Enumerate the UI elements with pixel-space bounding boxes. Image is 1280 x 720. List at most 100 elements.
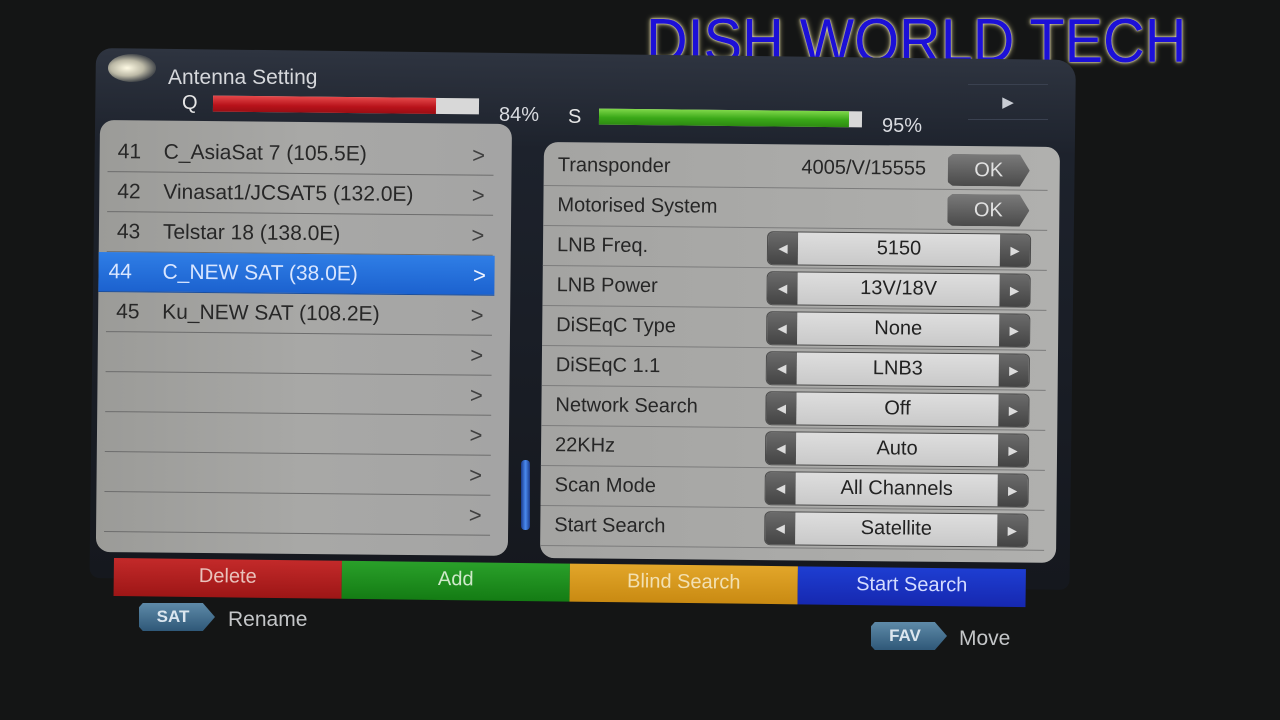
lnb-power-row[interactable]: LNB Power ◀ 13V/18V ▶ [542,265,1047,311]
lnb-freq-value: 5150 [797,232,1001,267]
arrow-left-icon[interactable]: ◀ [765,472,796,505]
satellite-list-item[interactable]: 45 Ku_NEW SAT (108.2E) > [105,292,493,336]
chevron-right-icon: > [469,462,483,488]
network-search-row[interactable]: Network Search ◀ Off ▶ [541,385,1046,431]
lnb-freq-row[interactable]: LNB Freq. ◀ 5150 ▶ [542,225,1048,271]
satellite-list-item[interactable]: > [105,332,492,376]
satellite-name: C_AsiaSat 7 (105.5E) [163,140,367,166]
scan-mode-selector[interactable]: ◀ All Channels ▶ [764,471,1029,508]
satellite-name: Vinasat1/JCSAT5 (132.0E) [163,180,414,206]
delete-button[interactable]: Delete [113,558,342,599]
chevron-right-icon: > [472,262,487,288]
blind-search-button[interactable]: Blind Search [569,563,798,605]
list-scrollbar[interactable] [521,460,530,530]
22khz-selector[interactable]: ◀ Auto ▶ [764,431,1030,468]
network-search-label: Network Search [555,394,698,418]
transponder-ok-button[interactable]: OK [948,154,1030,187]
diseqc-1-1-label: DiSEqC 1.1 [555,354,661,378]
diseqc-type-label: DiSEqC Type [556,314,677,338]
arrow-right-icon[interactable]: ▶ [997,514,1028,547]
strength-bar [598,108,863,128]
satellite-list-item[interactable]: > [104,452,491,496]
motorised-ok-button[interactable]: OK [947,194,1029,227]
diseqc-type-value: None [797,312,1000,347]
start-search-value: Satellite [795,512,998,547]
start-search-selector[interactable]: ◀ Satellite ▶ [764,511,1029,548]
next-page-button[interactable]: ▶ [968,84,1048,120]
satellite-list-item[interactable]: > [105,372,492,416]
arrow-left-icon[interactable]: ◀ [765,512,796,545]
chevron-right-icon: > [468,502,482,528]
diseqc-1-1-row[interactable]: DiSEqC 1.1 ◀ LNB3 ▶ [541,345,1047,391]
satellite-name [152,352,462,355]
start-search-label: Start Search [554,514,666,538]
lnb-freq-label: LNB Freq. [556,234,649,258]
quality-label: Q [182,92,198,114]
lnb-freq-selector[interactable]: ◀ 5150 ▶ [766,231,1032,268]
satellite-list: 41 C_AsiaSat 7 (105.5E) >42 Vinasat1/JCSAT5… [95,120,512,556]
arrow-right-icon[interactable]: ▶ [997,434,1029,467]
scan-mode-label: Scan Mode [554,474,656,498]
arrow-right-icon[interactable]: ▶ [999,234,1031,267]
network-search-selector[interactable]: ◀ Off ▶ [765,391,1030,428]
diseqc-type-selector[interactable]: ◀ None ▶ [766,311,1031,348]
settings-panel: Transponder 4005/V/15555 OK Motorised Sy… [540,142,1060,563]
satellite-list-item[interactable]: > [104,412,492,456]
add-button[interactable]: Add [341,560,570,602]
transponder-row[interactable]: Transponder 4005/V/15555 OK [543,145,1048,191]
arrow-left-icon[interactable]: ◀ [765,432,797,465]
satellite-name [151,392,461,395]
motorised-system-row[interactable]: Motorised System OK [543,185,1048,231]
22khz-label: 22KHz [554,434,616,457]
satellite-list-item[interactable]: 44 C_NEW SAT (38.0E) > [98,251,495,296]
satellite-name: C_NEW SAT (38.0E) [162,260,358,285]
quality-bar-fill [212,95,437,114]
transponder-value: 4005/V/15555 [801,156,927,180]
scan-mode-row[interactable]: Scan Mode ◀ All Channels ▶ [540,465,1045,511]
scan-mode-value: All Channels [795,472,998,507]
diseqc-1-1-value: LNB3 [796,352,999,387]
chevron-right-icon: > [469,382,483,408]
satellite-name: Ku_NEW SAT (108.2E) [162,300,380,326]
satellite-list-item[interactable]: 41 C_AsiaSat 7 (105.5E) > [107,132,494,176]
satellite-number: 41 [117,139,142,163]
chevron-right-icon: > [471,222,485,248]
quality-percent: 84% [499,104,540,126]
diseqc-1-1-selector[interactable]: ◀ LNB3 ▶ [765,351,1030,388]
lnb-power-selector[interactable]: ◀ 13V/18V ▶ [766,271,1031,308]
motorised-system-label: Motorised System [557,194,718,218]
satellite-list-item[interactable]: 43 Telstar 18 (138.0E) > [106,212,494,256]
satellite-list-item[interactable]: 42 Vinasat1/JCSAT5 (132.0E) > [107,172,494,216]
start-search-button[interactable]: Start Search [797,566,1026,608]
arrow-left-icon[interactable]: ◀ [767,312,798,345]
satellite-name [151,472,461,475]
diseqc-type-row[interactable]: DiSEqC Type ◀ None ▶ [542,305,1047,351]
move-label: Move [959,627,1011,650]
arrow-right-icon[interactable]: ▶ [998,394,1029,427]
22khz-row[interactable]: 22KHz ◀ Auto ▶ [540,425,1046,471]
arrow-right-icon[interactable]: ▶ [998,354,1029,387]
strength-bar-fill [598,108,849,128]
chevron-right-icon: > [471,182,485,208]
satellite-number: 45 [116,299,140,323]
arrow-left-icon[interactable]: ◀ [767,232,799,265]
page-title: Antenna Setting [168,66,318,89]
strength-label: S [568,106,582,128]
arrow-right-icon[interactable]: ▶ [999,314,1030,347]
arrow-left-icon[interactable]: ◀ [766,352,797,385]
rename-label: Rename [228,608,308,631]
satellite-number: 42 [117,179,141,203]
start-search-row[interactable]: Start Search ◀ Satellite ▶ [540,505,1045,551]
arrow-right-icon[interactable]: ▶ [999,274,1030,307]
sat-key-icon[interactable]: SAT [139,603,215,631]
lnb-power-label: LNB Power [556,274,658,298]
fav-key-icon[interactable]: FAV [871,622,947,650]
chevron-right-icon: > [469,422,483,448]
arrow-right-icon[interactable]: ▶ [997,474,1028,507]
chevron-right-icon: > [470,342,484,368]
arrow-left-icon[interactable]: ◀ [767,272,798,305]
arrow-left-icon[interactable]: ◀ [766,392,797,425]
play-right-icon: ▶ [1002,94,1014,111]
satellite-list-item[interactable]: > [104,492,491,536]
satellite-name [151,432,461,435]
